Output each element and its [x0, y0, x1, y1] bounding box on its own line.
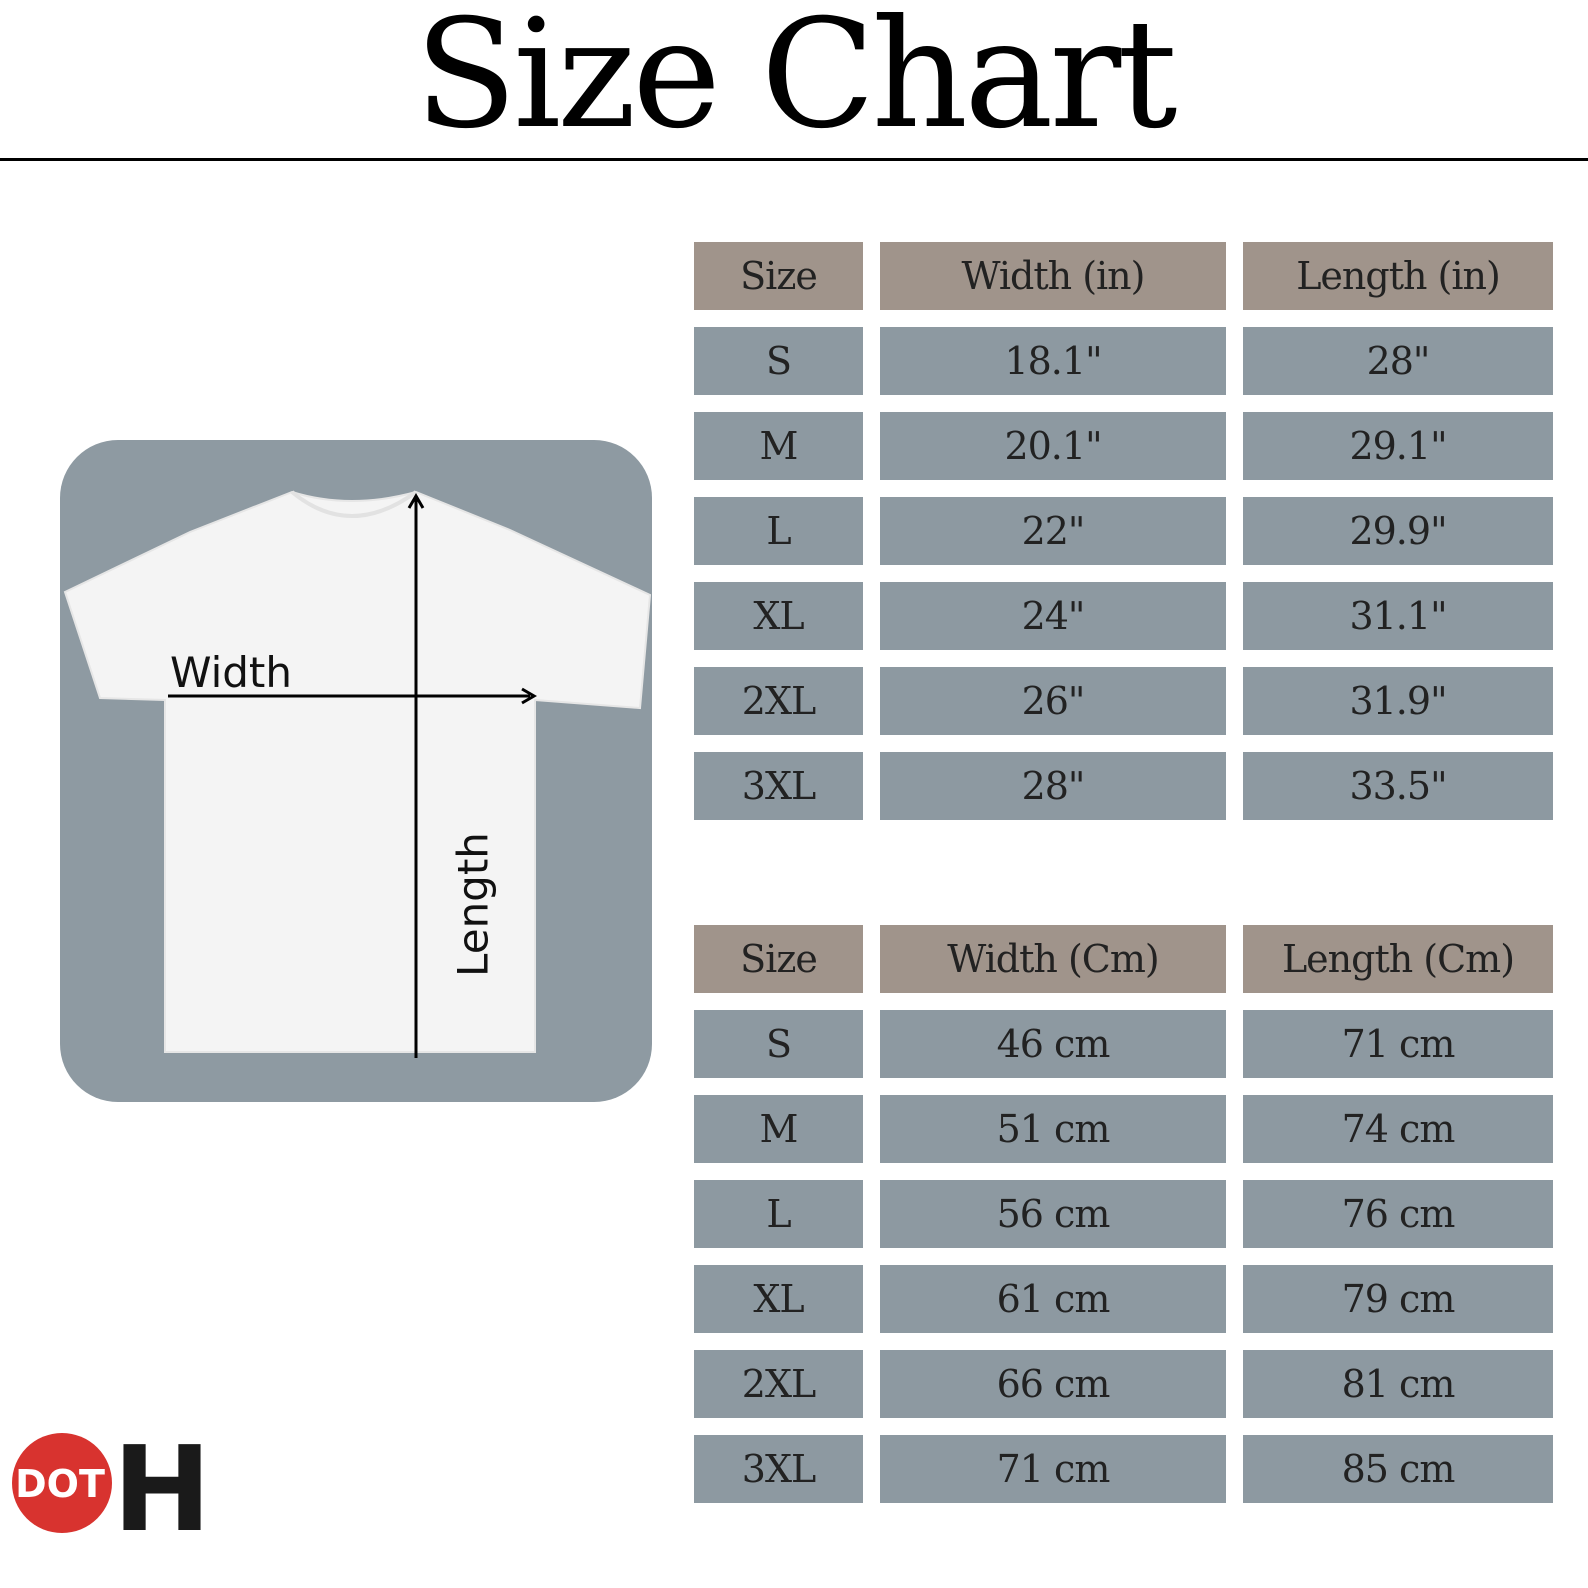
logo-letter: H	[113, 1430, 210, 1536]
size-table-inches: Size Width (in) Length (in) S 18.1" 28" …	[694, 242, 1553, 837]
length-cell: 85 cm	[1243, 1435, 1553, 1503]
width-cell: 24"	[880, 582, 1226, 650]
size-cell: M	[694, 1095, 863, 1163]
width-cell: 46 cm	[880, 1010, 1226, 1078]
size-cell: M	[694, 412, 863, 480]
width-cell: 20.1"	[880, 412, 1226, 480]
width-cell: 28"	[880, 752, 1226, 820]
header-width: Width (Cm)	[880, 925, 1226, 993]
length-cell: 28"	[1243, 327, 1553, 395]
size-cell: 3XL	[694, 752, 863, 820]
table-row: M 51 cm 74 cm	[694, 1095, 1553, 1163]
size-cell: 2XL	[694, 1350, 863, 1418]
length-cell: 74 cm	[1243, 1095, 1553, 1163]
length-cell: 79 cm	[1243, 1265, 1553, 1333]
page-title: Size Chart	[414, 0, 1178, 162]
size-cell: L	[694, 497, 863, 565]
size-table-cm: Size Width (Cm) Length (Cm) S 46 cm 71 c…	[694, 925, 1553, 1520]
table-row: M 20.1" 29.1"	[694, 412, 1553, 480]
table-row: S 46 cm 71 cm	[694, 1010, 1553, 1078]
length-cell: 29.9"	[1243, 497, 1553, 565]
header-size: Size	[694, 242, 863, 310]
length-cell: 71 cm	[1243, 1010, 1553, 1078]
size-cell: XL	[694, 1265, 863, 1333]
width-cell: 18.1"	[880, 327, 1226, 395]
table-row: L 56 cm 76 cm	[694, 1180, 1553, 1248]
size-cell: XL	[694, 582, 863, 650]
width-cell: 61 cm	[880, 1265, 1226, 1333]
tshirt-illustration	[63, 490, 652, 1058]
table-row: L 22" 29.9"	[694, 497, 1553, 565]
table-row: 3XL 28" 33.5"	[694, 752, 1553, 820]
length-cell: 33.5"	[1243, 752, 1553, 820]
table-row: XL 61 cm 79 cm	[694, 1265, 1553, 1333]
size-cell: L	[694, 1180, 863, 1248]
brand-logo: DOT H	[10, 1430, 210, 1536]
width-cell: 26"	[880, 667, 1226, 735]
size-cell: 3XL	[694, 1435, 863, 1503]
length-cell: 76 cm	[1243, 1180, 1553, 1248]
header-size: Size	[694, 925, 863, 993]
width-cell: 56 cm	[880, 1180, 1226, 1248]
length-cell: 31.1"	[1243, 582, 1553, 650]
size-cell: S	[694, 327, 863, 395]
table-row: 2XL 66 cm 81 cm	[694, 1350, 1553, 1418]
logo-text: DOT	[15, 1462, 105, 1506]
size-cell: S	[694, 1010, 863, 1078]
length-cell: 81 cm	[1243, 1350, 1553, 1418]
header-length: Length (Cm)	[1243, 925, 1553, 993]
width-cell: 22"	[880, 497, 1226, 565]
width-cell: 66 cm	[880, 1350, 1226, 1418]
title-divider	[0, 158, 1588, 161]
width-label: Width	[170, 648, 293, 697]
length-label: Length	[448, 832, 498, 977]
width-cell: 51 cm	[880, 1095, 1226, 1163]
length-cell: 29.1"	[1243, 412, 1553, 480]
size-cell: 2XL	[694, 667, 863, 735]
table-row: 2XL 26" 31.9"	[694, 667, 1553, 735]
tshirt-diagram-panel: Width Length	[60, 440, 652, 1102]
width-cell: 71 cm	[880, 1435, 1226, 1503]
table-row: S 18.1" 28"	[694, 327, 1553, 395]
table-header-row: Size Width (in) Length (in)	[694, 242, 1553, 310]
table-row: XL 24" 31.1"	[694, 582, 1553, 650]
length-cell: 31.9"	[1243, 667, 1553, 735]
header-width: Width (in)	[880, 242, 1226, 310]
table-header-row: Size Width (Cm) Length (Cm)	[694, 925, 1553, 993]
header-length: Length (in)	[1243, 242, 1553, 310]
table-row: 3XL 71 cm 85 cm	[694, 1435, 1553, 1503]
